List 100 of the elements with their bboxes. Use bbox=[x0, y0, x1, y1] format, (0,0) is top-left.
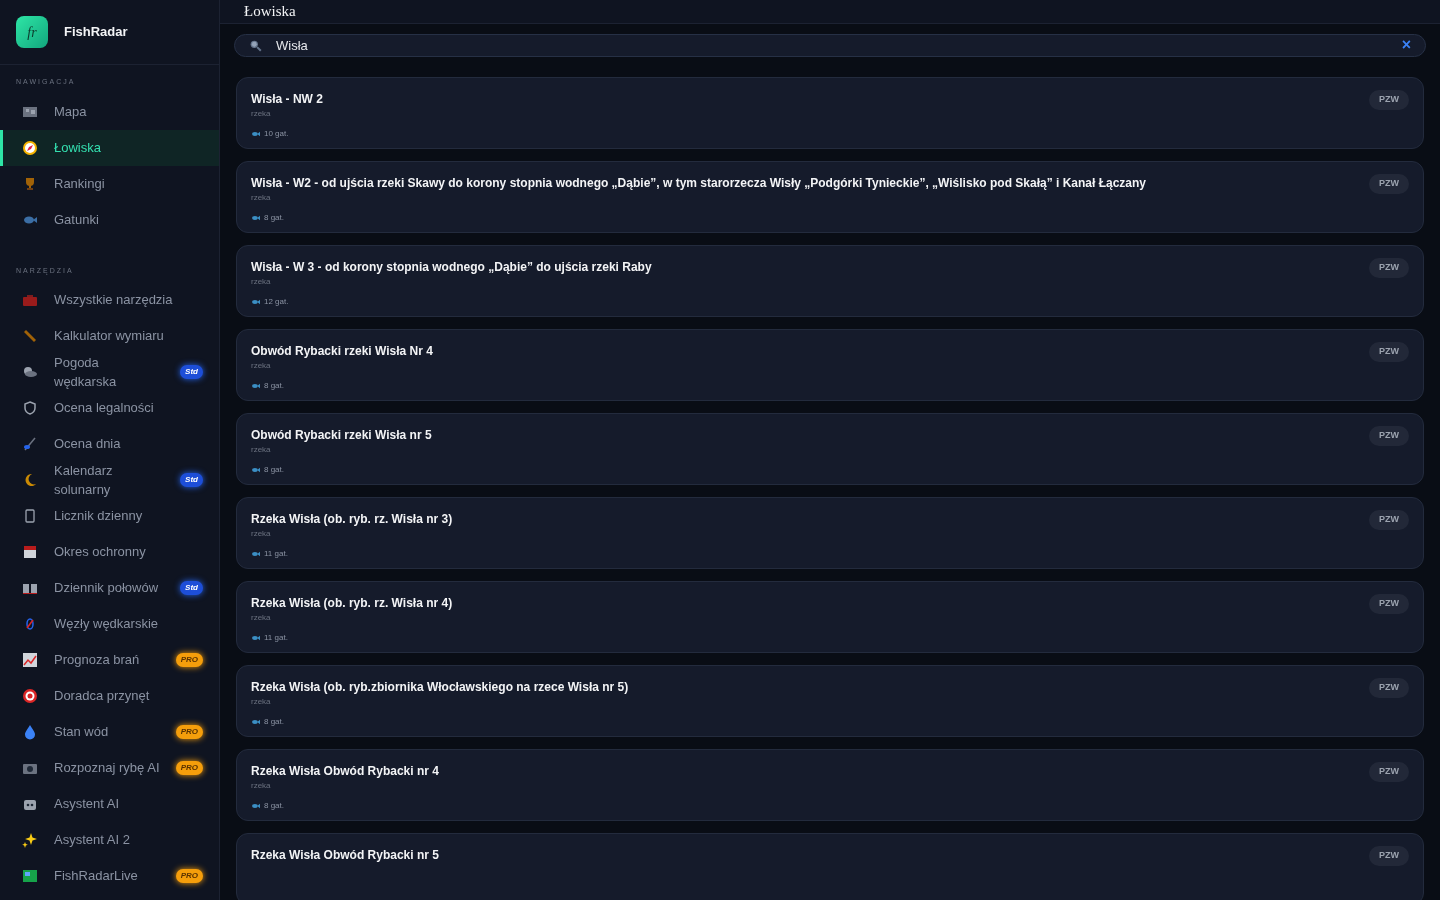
sparkles-icon bbox=[22, 832, 38, 848]
result-card[interactable]: Rzeka Wisła (ob. ryb. rz. Wisła nr 3) rzeka 11 gat. PZW bbox=[236, 497, 1424, 569]
result-name: Wisła - NW 2 bbox=[251, 91, 324, 108]
shield-icon bbox=[22, 400, 38, 416]
result-type: rzeka bbox=[251, 696, 272, 708]
result-type: rzeka bbox=[251, 108, 272, 120]
sidebar-item[interactable]: Ocena dnia bbox=[0, 426, 219, 462]
result-name: Rzeka Wisła (ob. ryb. rz. Wisła nr 3) bbox=[251, 511, 454, 528]
sidebar-item[interactable]: Stan wód PRO bbox=[0, 714, 219, 750]
sidebar-item[interactable]: Ocena legalności bbox=[0, 390, 219, 426]
compass-icon bbox=[22, 139, 38, 156]
brand-name: FishRadar bbox=[64, 23, 128, 42]
result-type: rzeka bbox=[251, 612, 272, 624]
plan-badge: Std bbox=[180, 473, 203, 487]
sidebar-item[interactable]: Kalendarz solunarny Std bbox=[0, 462, 219, 498]
map-icon bbox=[22, 868, 38, 884]
sidebar-item[interactable]: Asystent AI 2 bbox=[0, 822, 219, 858]
cloud-icon bbox=[22, 364, 38, 380]
search-icon bbox=[249, 38, 262, 52]
logo: fr bbox=[16, 16, 48, 48]
result-type: rzeka bbox=[251, 444, 272, 456]
plan-badge: PRO bbox=[175, 653, 203, 667]
species-count: 8 gat. bbox=[264, 716, 284, 728]
species-count: 12 gat. bbox=[264, 296, 289, 308]
sidebar-item[interactable]: Okres ochronny bbox=[0, 534, 219, 570]
result-name: Wisła - W2 - od ujścia rzeki Skawy do korony stopnia wodnego „Dąbie”, w tym starorzecza Wisły „Podgórki Tynieckie”, „Wiślisko pod Skałą” i Kanał Łączany bbox=[251, 175, 1148, 192]
clipboard-icon bbox=[22, 508, 38, 524]
plan-badge: PRO bbox=[175, 869, 203, 883]
species-count: 11 gat. bbox=[264, 548, 288, 560]
organization-badge: PZW bbox=[1369, 258, 1409, 278]
sidebar-item[interactable]: Kalkulator wymiaru bbox=[0, 318, 219, 354]
result-name: Rzeka Wisła Obwód Rybacki nr 5 bbox=[251, 847, 440, 864]
species-count: 11 gat. bbox=[264, 632, 288, 644]
result-card[interactable]: Wisła - NW 2 rzeka 10 gat. PZW bbox=[236, 77, 1424, 149]
sidebar-item[interactable]: FishRadarLive PRO bbox=[0, 858, 219, 894]
plan-badge: Std bbox=[180, 365, 203, 379]
sidebar-item[interactable]: Wszystkie narzędzia bbox=[0, 282, 219, 318]
result-type: rzeka bbox=[251, 276, 272, 288]
sidebar-item[interactable]: Węzły wędkarskie bbox=[0, 606, 219, 642]
toolbox-icon bbox=[22, 292, 38, 308]
species-count: 8 gat. bbox=[264, 464, 284, 476]
result-card[interactable]: Wisła - W2 - od ujścia rzeki Skawy do korony stopnia wodnego „Dąbie”, w tym starorzecza Wisły „Podgórki Tynieckie”, „Wiślisko pod Skałą” i Kanał Łączany rzeka 8 gat. PZW bbox=[236, 161, 1424, 233]
result-name: Obwód Rybacki rzeki Wisła Nr 4 bbox=[251, 343, 434, 360]
result-card[interactable]: Wisła - W 3 - od korony stopnia wodnego „Dąbie” do ujścia rzeki Raby rzeka 12 gat. PZW bbox=[236, 245, 1424, 317]
fish-icon bbox=[251, 299, 260, 305]
sidebar-item[interactable]: Asystent AI bbox=[0, 786, 219, 822]
species-count: 8 gat. bbox=[264, 800, 284, 812]
organization-badge: PZW bbox=[1369, 846, 1409, 866]
clear-button[interactable]: × bbox=[1401, 37, 1411, 54]
result-card[interactable]: Obwód Rybacki rzeki Wisła Nr 4 rzeka 8 gat. PZW bbox=[236, 329, 1424, 401]
organization-badge: PZW bbox=[1369, 426, 1409, 446]
plan-badge: PRO bbox=[175, 761, 203, 775]
fish-icon bbox=[251, 467, 260, 473]
calendar-icon bbox=[22, 544, 38, 560]
fishing-rod-icon bbox=[22, 436, 38, 452]
fish-icon bbox=[251, 131, 260, 137]
result-card[interactable]: Rzeka Wisła Obwód Rybacki nr 5 PZW bbox=[236, 833, 1424, 900]
result-name: Wisła - W 3 - od korony stopnia wodnego „Dąbie” do ujścia rzeki Raby bbox=[251, 259, 653, 276]
sidebar-item[interactable]: Dziennik połowów Std bbox=[0, 570, 219, 606]
organization-badge: PZW bbox=[1369, 594, 1409, 614]
result-type: rzeka bbox=[251, 192, 272, 204]
result-type: rzeka bbox=[251, 528, 272, 540]
result-card[interactable]: Rzeka Wisła (ob. ryb.zbiornika Włocławskiego na rzece Wisła nr 5) rzeka 8 gat. PZW bbox=[236, 665, 1424, 737]
droplet-icon bbox=[22, 724, 38, 740]
result-name: Obwód Rybacki rzeki Wisła nr 5 bbox=[251, 427, 433, 444]
fish-icon bbox=[251, 551, 260, 557]
organization-badge: PZW bbox=[1369, 762, 1409, 782]
target-icon bbox=[22, 688, 38, 704]
species-count: 8 gat. bbox=[264, 380, 284, 392]
plan-badge: PRO bbox=[175, 725, 203, 739]
result-name: Rzeka Wisła Obwód Rybacki nr 4 bbox=[251, 763, 440, 780]
sidebar-item[interactable]: Pogoda wędkarska Std bbox=[0, 354, 219, 390]
sidebar-item[interactable]: Doradca przynęt bbox=[0, 678, 219, 714]
organization-badge: PZW bbox=[1369, 510, 1409, 530]
sidebar-item[interactable]: Rozpoznaj rybę AI PRO bbox=[0, 750, 219, 786]
sidebar-item[interactable]: Gatunki bbox=[0, 201, 219, 238]
result-type: rzeka bbox=[251, 780, 272, 792]
sidebar-item[interactable]: Łowiska bbox=[0, 129, 219, 166]
fish-icon bbox=[251, 803, 260, 809]
species-count: 10 gat. bbox=[264, 128, 289, 140]
result-type: rzeka bbox=[251, 360, 272, 372]
result-card[interactable]: Obwód Rybacki rzeki Wisła nr 5 rzeka 8 gat. PZW bbox=[236, 413, 1424, 485]
fish-icon bbox=[251, 719, 260, 725]
organization-badge: PZW bbox=[1369, 342, 1409, 362]
plan-badge: Std bbox=[180, 581, 203, 595]
result-card[interactable]: Rzeka Wisła Obwód Rybacki nr 4 rzeka 8 gat. PZW bbox=[236, 749, 1424, 821]
sidebar-item[interactable]: Licznik dzienny bbox=[0, 498, 219, 534]
organization-badge: PZW bbox=[1369, 678, 1409, 698]
result-name: Rzeka Wisła (ob. ryb. rz. Wisła nr 4) bbox=[251, 595, 454, 612]
species-count: 8 gat. bbox=[264, 212, 284, 224]
fish-icon bbox=[251, 635, 260, 641]
organization-badge: PZW bbox=[1369, 90, 1409, 110]
fish-icon bbox=[251, 215, 260, 221]
sidebar-item[interactable]: Mapa bbox=[0, 93, 219, 130]
search-field[interactable]: Wisła × bbox=[234, 33, 1426, 57]
sidebar-item[interactable]: Prognoza brań PRO bbox=[0, 642, 219, 678]
page-title: Łowiska bbox=[244, 2, 296, 21]
result-name: Rzeka Wisła (ob. ryb.zbiornika Włocławskiego na rzece Wisła nr 5) bbox=[251, 679, 630, 696]
result-card[interactable]: Rzeka Wisła (ob. ryb. rz. Wisła nr 4) rzeka 11 gat. PZW bbox=[236, 581, 1424, 653]
sidebar-item[interactable]: Rankingi bbox=[0, 165, 219, 202]
